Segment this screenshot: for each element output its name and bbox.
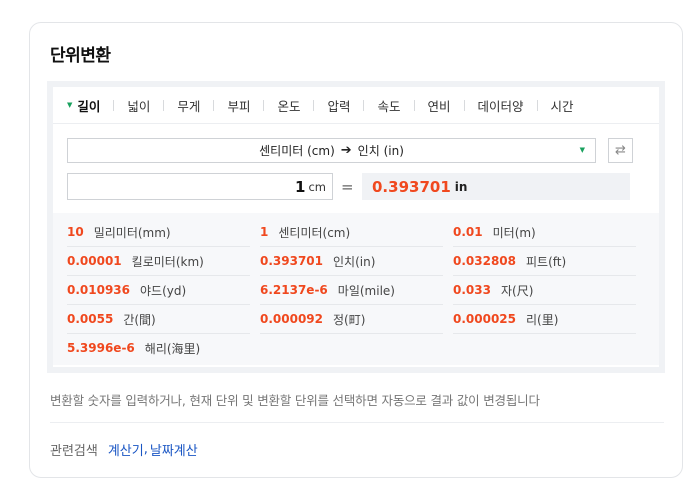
tab-separator <box>536 99 538 111</box>
tab-label: 길이 <box>77 98 101 114</box>
category-tabs: ▼ 길이 넓이 무게 부피 온도 압력 속도 연비 데이터양 시간 <box>53 87 659 124</box>
tab-separator <box>313 99 315 111</box>
conversion-value: 0.000092 <box>260 312 324 326</box>
conversion-unit-name: 미터(m) <box>492 225 536 240</box>
result-box: 0.393701 in <box>362 173 630 200</box>
conversion-item: 0.000092 정(町) <box>260 305 443 334</box>
tab-2[interactable]: 무게 <box>177 96 200 115</box>
conversion-item: 0.0055 간(間) <box>67 305 250 334</box>
conversion-value: 0.010936 <box>67 283 131 297</box>
conversion-unit-name: 마일(mile) <box>337 283 395 298</box>
conversion-unit-name: 해리(海里) <box>144 341 201 356</box>
conversion-value: 1 <box>260 225 269 239</box>
conversion-value: 10 <box>67 225 84 239</box>
conversion-item: 0.393701 인치(in) <box>260 247 443 276</box>
conversion-value: 0.032808 <box>453 254 517 268</box>
unit-converter-card: 단위변환 ▼ 길이 넓이 무게 부피 온도 압력 속도 연비 데이터양 시간 센티미터 (cm) ➔… <box>29 22 683 478</box>
value-input-box[interactable]: cm <box>67 173 333 200</box>
related-link-separator: , <box>143 442 148 457</box>
tab-1[interactable]: 넓이 <box>127 96 150 115</box>
conversion-value: 0.000025 <box>453 312 517 326</box>
conversion-unit-name: 간(間) <box>123 312 156 327</box>
conversion-item: 10 밀리미터(mm) <box>67 218 250 247</box>
tab-label: 데이터양 <box>477 98 524 114</box>
value-input[interactable] <box>105 177 306 196</box>
conversion-value: 0.00001 <box>67 254 122 268</box>
widget-title: 단위변환 <box>50 46 111 66</box>
conversion-item: 0.00001 킬로미터(km) <box>67 247 250 276</box>
swap-icon: ⇄ <box>615 143 626 158</box>
tab-separator <box>213 99 215 111</box>
tab-separator <box>363 99 365 111</box>
conversion-unit-name: 야드(yd) <box>140 283 187 298</box>
tab-label: 시간 <box>550 98 574 114</box>
tab-9[interactable]: 시간 <box>551 96 574 115</box>
conversion-value: 0.393701 <box>260 254 324 268</box>
conversion-value: 0.033 <box>453 283 491 297</box>
conversion-unit-name: 킬로미터(km) <box>131 254 204 269</box>
tab-label: 속도 <box>377 98 401 114</box>
conversion-list: 10 밀리미터(mm) 1 센티미터(cm) 0.01 미터(m) 0.00001 킬로미터(… <box>67 218 647 362</box>
active-tab-marker-icon: ▼ <box>67 101 73 109</box>
unit-selector[interactable]: 센티미터 (cm) ➔ 인치 (in) ▼ <box>67 138 596 163</box>
input-unit: cm <box>308 179 326 194</box>
conversion-unit-name: 인치(in) <box>333 254 376 269</box>
arrow-right-icon: ➔ <box>340 143 352 158</box>
conversion-item: 5.3996e-6 해리(海里) <box>67 334 250 362</box>
converter-inner: ▼ 길이 넓이 무게 부피 온도 압력 속도 연비 데이터양 시간 센티미터 (cm) ➔ 인치 (… <box>53 87 659 367</box>
equals-sign: = <box>341 177 354 196</box>
result-unit: in <box>454 179 468 194</box>
tab-6[interactable]: 속도 <box>377 96 400 115</box>
help-text: 변환할 숫자를 입력하거나, 현재 단위 및 변환할 단위를 선택하면 자동으로… <box>50 393 540 408</box>
conversion-item: 0.033 자(尺) <box>453 276 636 305</box>
conversion-unit-name: 피트(ft) <box>526 254 567 269</box>
conversion-unit-name: 리(里) <box>526 312 559 327</box>
related-link-calculator[interactable]: 계산기 <box>108 440 144 459</box>
tab-separator <box>113 99 115 111</box>
tab-label: 연비 <box>427 98 451 114</box>
related-search-label: 관련검색 <box>50 444 98 459</box>
conversion-unit-name: 자(尺) <box>500 283 534 298</box>
related-search: 관련검색 계산기 , 날짜계산 <box>50 440 198 459</box>
tab-3[interactable]: 부피 <box>227 96 250 115</box>
chevron-down-icon: ▼ <box>579 146 585 154</box>
conversion-value: 5.3996e-6 <box>67 341 135 355</box>
divider <box>50 422 664 423</box>
conversion-item: 0.01 미터(m) <box>453 218 636 247</box>
conversion-item: 6.2137e-6 마일(mile) <box>260 276 443 305</box>
conversion-value: 0.0055 <box>67 312 114 326</box>
tab-0[interactable]: ▼ 길이 <box>67 96 100 115</box>
conversion-unit-name: 밀리미터(mm) <box>93 225 171 240</box>
conversion-unit-name: 정(町) <box>333 312 366 327</box>
swap-units-button[interactable]: ⇄ <box>608 138 633 163</box>
conversion-item: 0.010936 야드(yd) <box>67 276 250 305</box>
tab-separator <box>263 99 265 111</box>
conversion-value: 6.2137e-6 <box>260 283 328 297</box>
conversion-item: 0.000025 리(里) <box>453 305 636 334</box>
tab-label: 부피 <box>227 98 251 114</box>
tab-5[interactable]: 압력 <box>327 96 350 115</box>
converter-panel: ▼ 길이 넓이 무게 부피 온도 압력 속도 연비 데이터양 시간 센티미터 (cm) ➔ 인치 (… <box>47 81 665 373</box>
tab-4[interactable]: 온도 <box>277 96 300 115</box>
tab-7[interactable]: 연비 <box>428 96 451 115</box>
tab-separator <box>413 99 415 111</box>
result-value: 0.393701 <box>372 177 451 196</box>
tab-label: 압력 <box>327 98 351 114</box>
conversion-item: 0.032808 피트(ft) <box>453 247 636 276</box>
tab-label: 넓이 <box>127 98 151 114</box>
conversion-unit-name: 센티미터(cm) <box>278 225 351 240</box>
conversion-value: 0.01 <box>453 225 483 239</box>
from-unit-label: 센티미터 (cm) <box>259 144 335 158</box>
to-unit-label: 인치 (in) <box>357 144 404 158</box>
tab-8[interactable]: 데이터양 <box>478 96 524 115</box>
tab-separator <box>163 99 165 111</box>
conversion-item: 1 센티미터(cm) <box>260 218 443 247</box>
tab-label: 온도 <box>277 98 301 114</box>
tab-label: 무게 <box>177 98 201 114</box>
tab-separator <box>463 99 465 111</box>
related-link-date-calc[interactable]: 날짜계산 <box>150 440 198 459</box>
